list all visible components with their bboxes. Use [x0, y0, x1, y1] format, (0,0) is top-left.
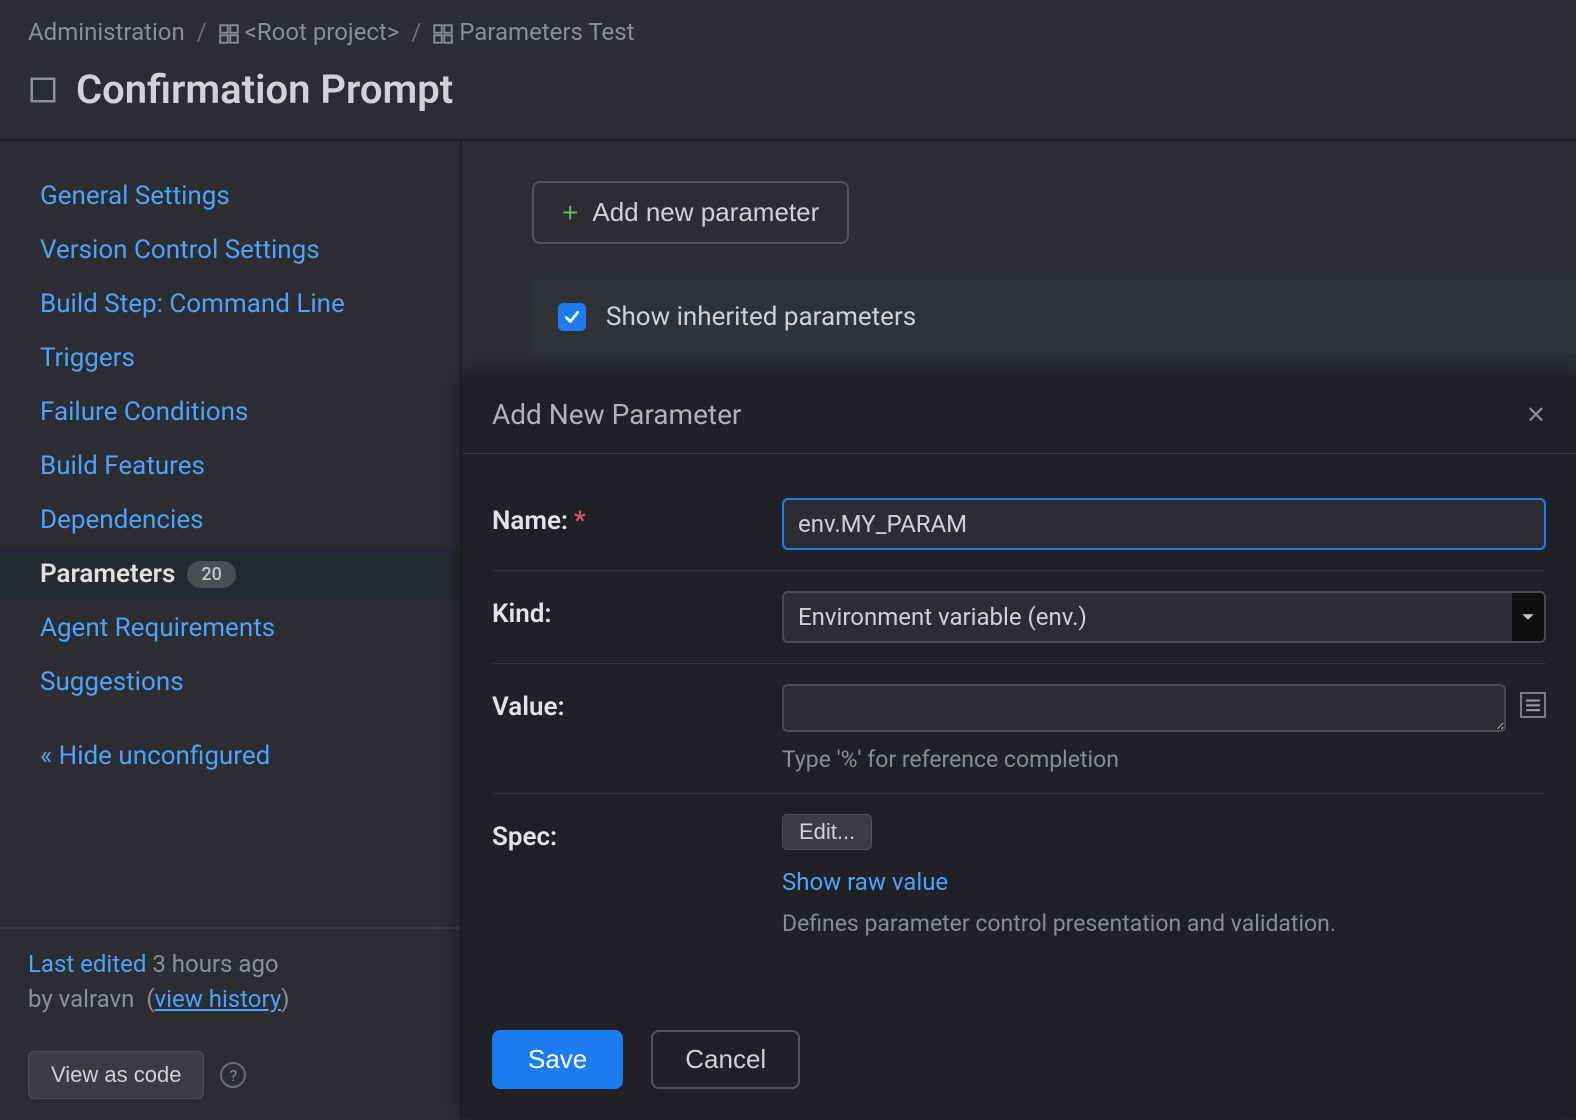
sidebar-item-parameters[interactable]: Parameters 20 [0, 547, 460, 601]
breadcrumb-separator: / [411, 18, 421, 46]
sidebar-item-suggestions[interactable]: Suggestions [0, 655, 460, 709]
add-parameter-dialog: Add New Parameter ✕ Name:* Kind: [462, 376, 1576, 1119]
breadcrumb-root-link[interactable]: <Root project> [219, 18, 400, 46]
page-title-row: Confirmation Prompt [0, 58, 1576, 139]
view-history-link[interactable]: view history [155, 985, 282, 1013]
sidebar-item-triggers[interactable]: Triggers [0, 331, 460, 385]
name-label: Name:* [492, 498, 782, 536]
show-inherited-checkbox[interactable] [558, 303, 586, 331]
sidebar-item-agent-requirements[interactable]: Agent Requirements [0, 601, 460, 655]
dialog-title: Add New Parameter [492, 398, 741, 431]
breadcrumb-separator: / [197, 18, 207, 46]
last-edited-info: Last edited 3 hours ago by valravn (view… [28, 947, 432, 1017]
save-button[interactable]: Save [492, 1030, 623, 1089]
project-icon [219, 24, 239, 44]
value-label: Value: [492, 684, 782, 722]
breadcrumb-project-link[interactable]: Parameters Test [433, 18, 634, 46]
sidebar-item-build-step[interactable]: Build Step: Command Line [0, 277, 460, 331]
plus-icon: + [562, 199, 578, 227]
project-icon [433, 24, 453, 44]
page-title: Confirmation Prompt [76, 66, 453, 113]
name-input[interactable] [782, 498, 1546, 550]
breadcrumb: Administration / <Root project> / Parame… [0, 0, 1576, 58]
value-input[interactable] [782, 684, 1506, 732]
spec-show-raw-link[interactable]: Show raw value [782, 868, 1546, 896]
breadcrumb-admin-link[interactable]: Administration [28, 18, 185, 46]
expand-textarea-icon[interactable] [1520, 692, 1546, 718]
help-icon[interactable]: ? [220, 1062, 246, 1088]
kind-select[interactable]: Environment variable (env.) [782, 591, 1546, 643]
sidebar: General Settings Version Control Setting… [0, 139, 462, 1119]
spec-edit-button[interactable]: Edit... [782, 814, 872, 850]
value-hint: Type '%' for reference completion [782, 746, 1546, 773]
sidebar-item-vcs-settings[interactable]: Version Control Settings [0, 223, 460, 277]
sidebar-item-build-features[interactable]: Build Features [0, 439, 460, 493]
view-as-code-button[interactable]: View as code [28, 1051, 204, 1099]
build-config-icon [28, 75, 58, 105]
main-content: + Add new parameter Show inherited param… [462, 139, 1576, 1119]
close-icon[interactable]: ✕ [1526, 401, 1546, 429]
show-inherited-label: Show inherited parameters [606, 302, 916, 332]
sidebar-item-dependencies[interactable]: Dependencies [0, 493, 460, 547]
spec-label: Spec: [492, 814, 782, 852]
sidebar-hide-unconfigured[interactable]: « Hide unconfigured [0, 729, 460, 783]
sidebar-item-failure-conditions[interactable]: Failure Conditions [0, 385, 460, 439]
chevron-down-icon[interactable] [1512, 593, 1544, 641]
sidebar-item-general-settings[interactable]: General Settings [0, 169, 460, 223]
cancel-button[interactable]: Cancel [651, 1030, 800, 1089]
parameters-count-badge: 20 [187, 561, 235, 588]
add-new-parameter-button[interactable]: + Add new parameter [532, 181, 849, 244]
kind-label: Kind: [492, 591, 782, 629]
spec-description: Defines parameter control presentation a… [782, 910, 1546, 937]
